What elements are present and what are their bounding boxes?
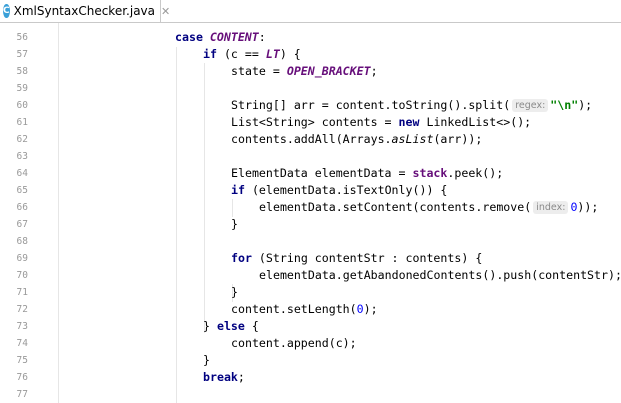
code-line: contents.addAll(Arrays.asList(arr)); [231,132,483,146]
code-line: state = OPEN_BRACKET; [231,64,378,78]
code-line: content.setLength(0); [231,302,378,316]
code-line: for (String contentStr : contents) { [231,251,483,265]
editor-tab-bar: C XmlSyntaxChecker.java ✕ [0,0,621,23]
line-number: 73 [16,321,28,332]
line-number: 72 [16,304,28,315]
line-number: 58 [16,66,28,77]
parameter-hint: regex: [512,99,549,112]
line-number: 77 [16,389,28,400]
line-number: 64 [16,168,28,179]
line-number: 69 [16,253,28,264]
indent-guide [232,199,233,217]
line-number: 57 [16,49,28,60]
line-number: 68 [16,236,28,247]
indent-guide [176,47,177,403]
line-number: 65 [16,185,28,196]
indent-guide [58,23,59,403]
line-number: 71 [16,287,28,298]
parameter-hint: index: [533,201,569,214]
code-line: ElementData elementData = stack.peek(); [231,166,504,180]
line-number: 74 [16,338,28,349]
line-number: 67 [16,219,28,230]
code-line: String[] arr = content.toString().split(… [231,98,593,112]
line-number: 61 [16,117,28,128]
line-number: 60 [16,100,28,111]
code-line: case CONTENT: [175,30,266,44]
code-line: content.append(c); [231,336,357,350]
code-line: elementData.setContent(contents.remove(i… [259,200,599,214]
line-number: 63 [16,151,28,162]
line-number: 62 [16,134,28,145]
indent-guide [204,63,205,333]
code-line: List<String> contents = new LinkedList<>… [231,115,532,129]
code-line: break; [203,370,245,384]
tab-filename: XmlSyntaxChecker.java [13,4,155,18]
code-line: elementData.getAbandonedContents().push(… [259,268,621,282]
line-number-gutter: 56 57 58 59 60 61 62 63 64 65 66 67 68 6… [0,23,32,403]
code-line: } [231,285,238,299]
line-number: 66 [16,202,28,213]
line-number: 70 [16,270,28,281]
code-line: if (c == LT) { [203,47,301,61]
line-number: 76 [16,372,28,383]
code-line: } else { [203,319,259,333]
line-number: 59 [16,83,28,94]
line-number: 75 [16,355,28,366]
code-line: if (elementData.isTextOnly()) { [231,183,448,197]
line-number: 56 [16,32,28,43]
close-tab-icon[interactable]: ✕ [161,5,170,18]
java-class-icon: C [3,4,10,18]
tab-xml-syntax-checker[interactable]: C XmlSyntaxChecker.java ✕ [0,0,170,22]
code-editor[interactable]: 56 57 58 59 60 61 62 63 64 65 66 67 68 6… [0,23,621,403]
code-line: } [231,217,238,231]
code-line: } [203,353,210,367]
